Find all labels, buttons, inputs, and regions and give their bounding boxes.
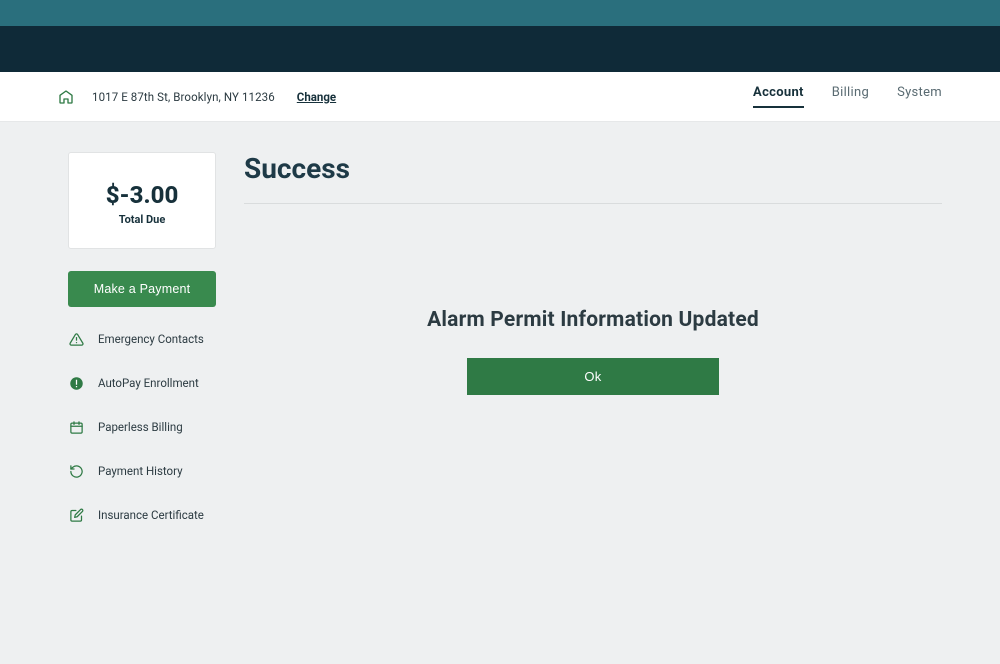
content-area: $-3.00 Total Due Make a Payment Emergenc… (0, 122, 1000, 523)
divider (244, 203, 942, 204)
sidebar-link-payment-history[interactable]: Payment History (68, 463, 216, 479)
edit-square-icon (68, 507, 84, 523)
sidebar-item-label: Paperless Billing (98, 420, 183, 434)
calendar-icon (68, 419, 84, 435)
sidebar-link-paperless-billing[interactable]: Paperless Billing (68, 419, 216, 435)
change-address-link[interactable]: Change (297, 90, 336, 104)
confirmation-heading: Alarm Permit Information Updated (244, 308, 942, 332)
sidebar-item-label: Emergency Contacts (98, 332, 204, 346)
sidebar-item-label: Payment History (98, 464, 183, 478)
top-banner-teal (0, 0, 1000, 26)
sidebar-link-emergency-contacts[interactable]: Emergency Contacts (68, 331, 216, 347)
ok-button[interactable]: Ok (467, 358, 719, 395)
page-title: Success (244, 152, 942, 185)
address-text: 1017 E 87th St, Brooklyn, NY 11236 (92, 90, 275, 104)
tab-billing[interactable]: Billing (832, 85, 869, 106)
address-bar: 1017 E 87th St, Brooklyn, NY 11236 Chang… (0, 72, 1000, 122)
sidebar: $-3.00 Total Due Make a Payment Emergenc… (68, 152, 216, 523)
balance-card: $-3.00 Total Due (68, 152, 216, 249)
main-panel: Success Alarm Permit Information Updated… (244, 152, 942, 523)
alert-circle-filled-icon (68, 375, 84, 391)
history-icon (68, 463, 84, 479)
sidebar-links: Emergency Contacts AutoPay Enrollment (68, 331, 216, 523)
make-payment-button[interactable]: Make a Payment (68, 271, 216, 307)
alert-triangle-icon (68, 331, 84, 347)
sidebar-item-label: AutoPay Enrollment (98, 376, 199, 390)
sidebar-link-autopay[interactable]: AutoPay Enrollment (68, 375, 216, 391)
balance-label: Total Due (79, 213, 205, 226)
confirmation-area: Alarm Permit Information Updated Ok (244, 308, 942, 395)
tab-system[interactable]: System (897, 85, 942, 106)
balance-amount: $-3.00 (79, 181, 205, 209)
home-icon (58, 89, 74, 105)
top-tabs: Account Billing System (753, 85, 942, 108)
top-banner-dark (0, 26, 1000, 72)
sidebar-item-label: Insurance Certificate (98, 508, 204, 522)
sidebar-link-insurance-certificate[interactable]: Insurance Certificate (68, 507, 216, 523)
tab-account[interactable]: Account (753, 85, 804, 108)
